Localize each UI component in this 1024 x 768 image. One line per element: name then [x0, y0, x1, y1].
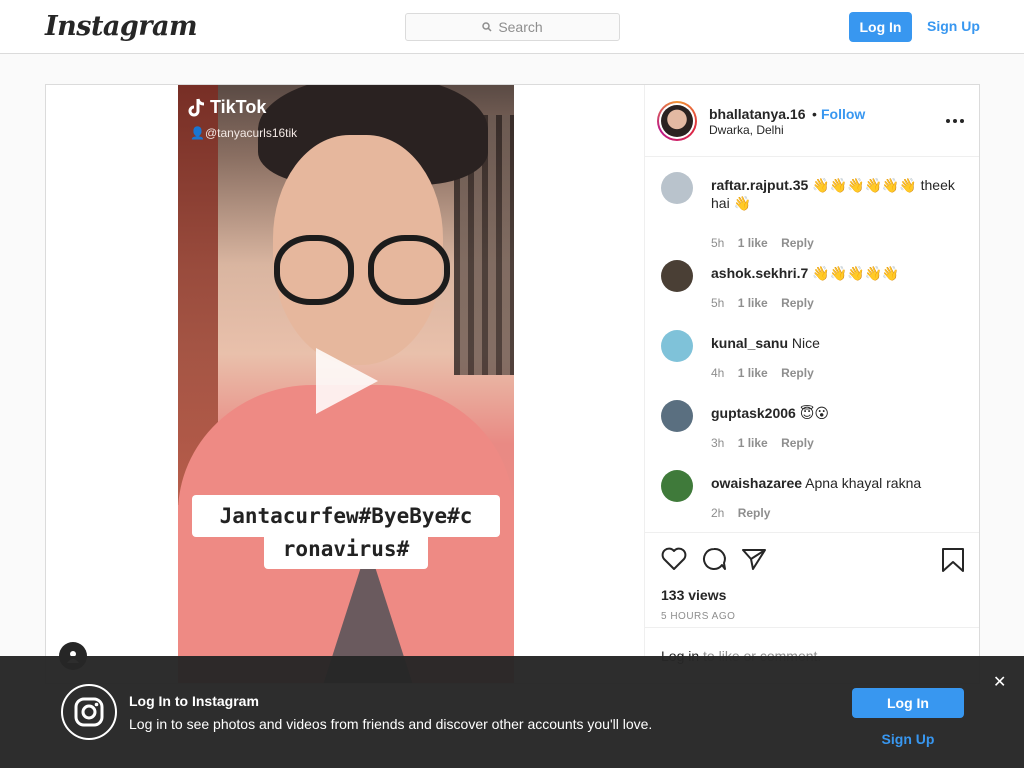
tiktok-handle: 👤@tanyacurls16tik [190, 126, 297, 140]
comment-text: kunal_sanu Nice [711, 334, 967, 352]
comment-likes[interactable]: 1 like [738, 436, 768, 450]
view-count[interactable]: 133 views [661, 587, 726, 603]
comment-meta: 4h 1 like Reply [711, 366, 814, 380]
post-actions: 133 views 5 HOURS AGO [645, 532, 979, 627]
video-subject-glasses-right [368, 235, 450, 305]
comment-meta: 3h 1 like Reply [711, 436, 814, 450]
heart-icon[interactable] [661, 547, 687, 571]
search-placeholder: Search [498, 19, 543, 35]
reply-button[interactable]: Reply [781, 296, 814, 310]
comment-text: guptask2006 😇😮 [711, 404, 967, 422]
comment-age[interactable]: 2h [711, 506, 724, 520]
comment-meta: 5h 1 like Reply [711, 296, 814, 310]
person-icon: 👤 [190, 126, 205, 140]
comment-body: 👋👋👋👋👋 [808, 265, 900, 281]
commenter-username[interactable]: guptask2006 [711, 405, 796, 421]
more-options-icon[interactable] [946, 119, 964, 123]
signup-link[interactable]: Sign Up [927, 18, 980, 34]
post-timestamp[interactable]: 5 HOURS AGO [661, 611, 735, 622]
comment-text: ashok.sekhri.7 👋👋👋👋👋 [711, 264, 967, 282]
comment-body: 😇😮 [795, 405, 829, 421]
comment-age[interactable]: 5h [711, 296, 724, 310]
commenter-avatar[interactable] [661, 260, 693, 292]
reply-button[interactable]: Reply [781, 436, 814, 450]
login-banner: Log In to Instagram Log in to see photos… [0, 656, 1024, 768]
video-caption-line1: Jantacurfew#ByeBye#c [219, 504, 473, 528]
comment-body: Apna khayal rakna [802, 475, 922, 491]
banner-login-button[interactable]: Log In [852, 688, 964, 718]
top-nav: Instagram Search Log In Sign Up [0, 0, 1024, 54]
banner-subtitle: Log in to see photos and videos from fri… [129, 716, 653, 732]
search-icon [482, 22, 492, 32]
bookmark-icon[interactable] [941, 547, 965, 573]
commenter-avatar[interactable] [661, 330, 693, 362]
share-icon[interactable] [741, 547, 767, 571]
comments-list[interactable]: raftar.rajput.35 👋👋👋👋👋👋 theek hai 👋 5h 1… [645, 158, 979, 532]
reply-button[interactable]: Reply [738, 506, 771, 520]
commenter-avatar[interactable] [661, 400, 693, 432]
instagram-logo[interactable]: Instagram [45, 11, 198, 42]
post-location[interactable]: Dwarka, Delhi [709, 123, 784, 137]
reply-button[interactable]: Reply [781, 236, 814, 250]
commenter-avatar[interactable] [661, 172, 693, 204]
post-header: bhallatanya.16 • Follow Dwarka, Delhi [645, 85, 979, 157]
comment-likes[interactable]: 1 like [738, 366, 768, 380]
comment-likes[interactable]: 1 like [738, 296, 768, 310]
author-avatar[interactable] [657, 101, 697, 141]
play-icon[interactable] [316, 348, 378, 414]
post-media: TikTok 👤@tanyacurls16tik Jantacurfew#Bye… [46, 85, 645, 683]
comment-body: Nice [788, 335, 820, 351]
login-button[interactable]: Log In [849, 12, 912, 42]
follow-button[interactable]: Follow [821, 106, 865, 122]
comment-likes[interactable]: 1 like [738, 236, 768, 250]
comment-age[interactable]: 5h [711, 236, 724, 250]
comment-icon[interactable] [701, 547, 727, 571]
post-sidebar: bhallatanya.16 • Follow Dwarka, Delhi ra… [645, 85, 979, 683]
comment-text: raftar.rajput.35 👋👋👋👋👋👋 theek hai 👋 [711, 176, 967, 212]
video-player[interactable]: TikTok 👤@tanyacurls16tik Jantacurfew#Bye… [178, 85, 514, 683]
comment-age[interactable]: 4h [711, 366, 724, 380]
author-username[interactable]: bhallatanya.16 [709, 106, 806, 122]
commenter-avatar[interactable] [661, 470, 693, 502]
commenter-username[interactable]: owaishazaree [711, 475, 802, 491]
tiktok-label: TikTok [210, 97, 267, 117]
comment-text: owaishazaree Apna khayal rakna [711, 474, 967, 492]
search-input[interactable]: Search [405, 13, 620, 41]
tiktok-handle-text: @tanyacurls16tik [204, 126, 298, 140]
header-separator: • [812, 106, 817, 122]
tiktok-watermark: TikTok [188, 97, 266, 118]
close-icon[interactable]: ✕ [993, 672, 1006, 692]
instagram-icon [61, 684, 117, 740]
banner-title: Log In to Instagram [129, 693, 259, 709]
video-subject-glasses-left [274, 235, 354, 305]
comment-meta: 5h 1 like Reply [711, 236, 814, 250]
comment-age[interactable]: 3h [711, 436, 724, 450]
comment-meta: 2h Reply [711, 506, 770, 520]
tiktok-icon [188, 98, 205, 116]
post-card: TikTok 👤@tanyacurls16tik Jantacurfew#Bye… [45, 84, 980, 684]
reply-button[interactable]: Reply [781, 366, 814, 380]
video-caption-line2: ronavirus# [282, 537, 410, 561]
commenter-username[interactable]: ashok.sekhri.7 [711, 265, 808, 281]
banner-signup-link[interactable]: Sign Up [852, 731, 964, 747]
commenter-username[interactable]: kunal_sanu [711, 335, 788, 351]
commenter-username[interactable]: raftar.rajput.35 [711, 177, 808, 193]
